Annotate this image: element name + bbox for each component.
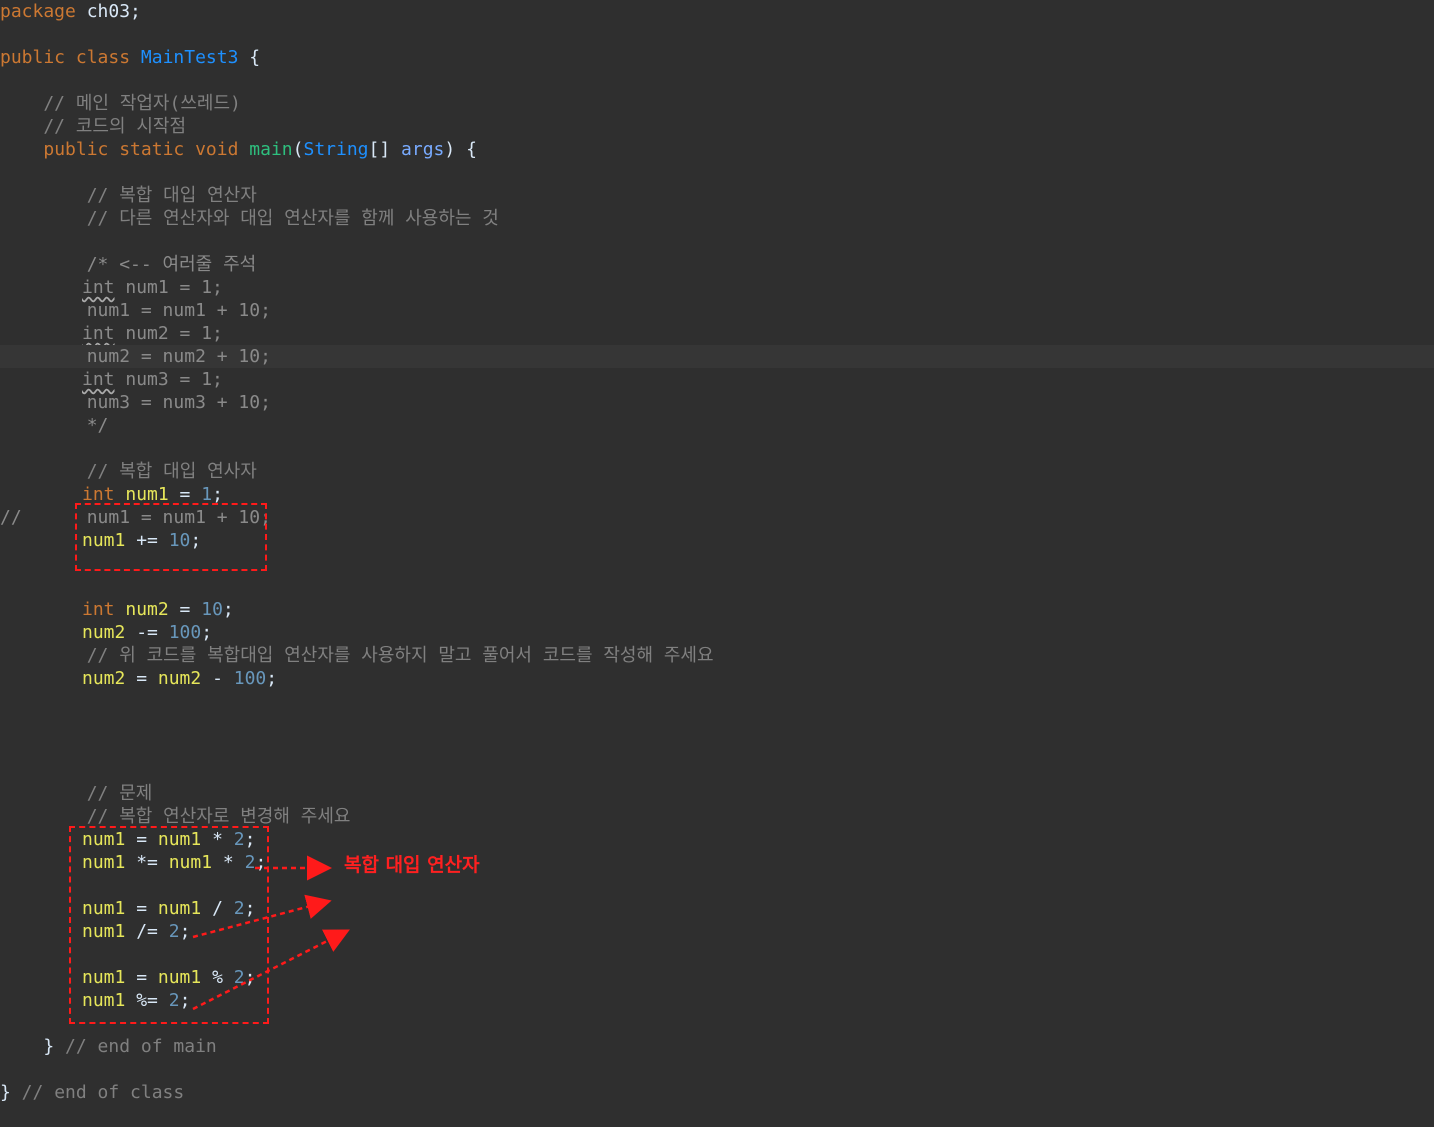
arrow-line xyxy=(192,894,332,939)
annotation-label: 복합 대입 연산자 xyxy=(344,854,480,876)
annotation-arrows xyxy=(192,855,350,1011)
arrow-line xyxy=(192,929,350,1011)
